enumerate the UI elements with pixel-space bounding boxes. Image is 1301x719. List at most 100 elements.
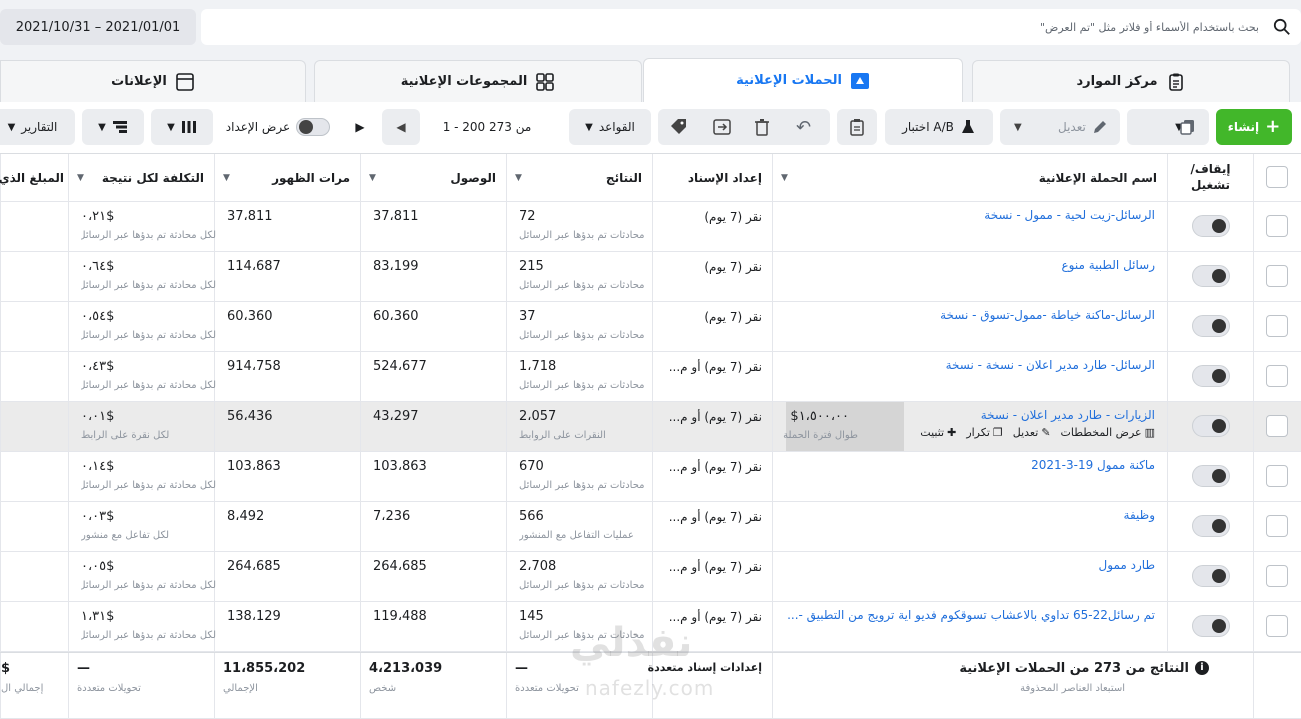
next-page-button[interactable]: ▶ <box>341 109 379 145</box>
edit-button[interactable]: ▼ تعديل <box>1000 109 1120 145</box>
budget-value: ١،٥٠٠،٠٠$ <box>790 409 849 424</box>
campaign-toggle[interactable] <box>1192 365 1230 387</box>
duplicate-button[interactable]: ▼ <box>1127 109 1209 145</box>
table-row[interactable]: وظيفة نقر (7 يوم) أو م... 566 عمليات التفاع… <box>0 502 1301 552</box>
campaign-toggle[interactable] <box>1192 565 1230 587</box>
campaign-toggle[interactable] <box>1192 265 1230 287</box>
search-input[interactable] <box>209 9 1259 45</box>
campaign-name-link[interactable]: الزيارات - طارد مدير اعلان - نسخة <box>981 408 1155 422</box>
tab-ad-sets[interactable]: المجموعات الإعلانية <box>314 60 642 102</box>
results-sub: محادثات تم بدؤها عبر الرسائل <box>519 280 645 291</box>
select-all-checkbox[interactable] <box>1266 166 1288 188</box>
prev-page-button[interactable]: ◀ <box>382 109 420 145</box>
breakdown-button[interactable]: ▼ <box>82 109 144 145</box>
row-checkbox[interactable] <box>1266 565 1288 587</box>
campaign-name-link[interactable]: الرسائل-زيت لحية - ممول - نسخة <box>984 208 1155 222</box>
campaign-toggle[interactable] <box>1192 415 1230 437</box>
campaign-name-link[interactable]: الرسائل- طارد مدير اعلان - نسخة - نسخة <box>946 358 1155 372</box>
campaign-name-link[interactable]: الرسائل-ماكنة خياطة -ممول-تسوق - نسخة <box>940 308 1155 322</box>
row-impressions-cell: 138،129 <box>214 602 360 651</box>
campaign-toggle[interactable] <box>1192 315 1230 337</box>
campaign-name-link[interactable]: وظيفة <box>1124 508 1155 522</box>
rules-dropdown[interactable]: ▼ القواعد <box>569 109 651 145</box>
campaign-toggle[interactable] <box>1192 515 1230 537</box>
results-value: 145 <box>519 609 544 624</box>
create-button[interactable]: إنشاء + <box>1216 109 1292 145</box>
table-row[interactable]: الرسائل-ماكنة خياطة -ممول-تسوق - نسخة نقر… <box>0 302 1301 352</box>
row-results-cell: 1،718 محادثات تم بدؤها عبر الرسائل <box>506 352 652 401</box>
row-cost-cell: ٠،٢١$ لكل محادثة تم بدؤها عبر الرسائل <box>68 202 216 251</box>
col-name-label: اسم الحملة الإعلانية <box>1038 170 1157 185</box>
date-range-picker[interactable]: 2021/10/31 – 2021/01/01 <box>0 9 196 45</box>
col-impressions[interactable]: مرات الظهور ▼ <box>214 154 360 201</box>
row-action-duplicate[interactable]: ❐تكرار <box>966 426 1002 439</box>
col-attribution[interactable]: إعداد الإسناد <box>652 154 772 201</box>
view-setup-switch[interactable] <box>296 118 331 136</box>
col-reach[interactable]: الوصول ▼ <box>360 154 506 201</box>
row-spent-cell <box>0 302 68 351</box>
cost-value: ١،٣١$ <box>81 609 115 624</box>
campaign-name-link[interactable]: ماكنة ممول 19-3-2021 <box>1031 458 1155 472</box>
row-checkbox[interactable] <box>1266 215 1288 237</box>
row-checkbox[interactable] <box>1266 265 1288 287</box>
campaign-name-link[interactable]: تم رسائل22-65 تداوي بالاعشاب تسوقكوم فدي… <box>787 608 1155 622</box>
row-select-cell <box>1253 202 1301 251</box>
table-row[interactable]: طارد ممول نقر (7 يوم) أو م... 2،708 محادثات… <box>0 552 1301 602</box>
undo-button[interactable]: ↶ <box>796 117 811 138</box>
reach-value: 119،488 <box>373 609 427 624</box>
cost-value: ٠،٠٣$ <box>81 509 115 524</box>
campaign-toggle[interactable] <box>1192 615 1230 637</box>
row-action-label: تكرار <box>966 426 990 439</box>
row-action-pencil[interactable]: ✎تعديل <box>1013 426 1051 439</box>
col-spent[interactable]: المبلغ الذي <box>0 154 68 201</box>
col-toggle[interactable]: إيقاف/ تشغيل <box>1167 154 1253 201</box>
table-row[interactable]: تم رسائل22-65 تداوي بالاعشاب تسوقكوم فدي… <box>0 602 1301 652</box>
clipboard-button[interactable] <box>837 109 877 145</box>
tab-ads[interactable]: الإعلانات <box>0 60 306 102</box>
clipboard-icon <box>1168 73 1183 91</box>
tab-resource-center[interactable]: مركز الموارد <box>972 60 1290 102</box>
cost-value: ٠،٦٤$ <box>81 259 115 274</box>
row-checkbox[interactable] <box>1266 515 1288 537</box>
campaign-name-link[interactable]: رسائل الطبية منوع <box>1062 258 1155 272</box>
row-toggle-cell <box>1167 302 1253 351</box>
row-reach-cell: 264،685 <box>360 552 506 601</box>
campaign-toggle[interactable] <box>1192 465 1230 487</box>
cost-value: ٠،٥٤$ <box>81 309 115 324</box>
view-setup-toggle[interactable]: عرض الإعداد <box>220 109 336 145</box>
top-bar: 2021/10/31 – 2021/01/01 <box>0 0 1301 56</box>
table-row[interactable]: الرسائل- طارد مدير اعلان - نسخة - نسخة نق… <box>0 352 1301 402</box>
impressions-value: 914،758 <box>227 359 281 374</box>
row-checkbox[interactable] <box>1266 365 1288 387</box>
move-icon[interactable] <box>712 118 732 136</box>
reports-dropdown[interactable]: ▼ التقارير <box>0 109 75 145</box>
trash-icon[interactable] <box>754 118 770 136</box>
tag-icon[interactable] <box>670 118 688 136</box>
col-cost[interactable]: التكلفة لكل نتيجة ▼ <box>68 154 214 201</box>
table-row[interactable]: الرسائل-زيت لحية - ممول - نسخة نقر (7 يوم… <box>0 202 1301 252</box>
row-checkbox[interactable] <box>1266 465 1288 487</box>
search-bar[interactable] <box>201 9 1301 45</box>
cost-sub: لكل محادثة تم بدؤها عبر الرسائل <box>81 330 216 341</box>
chart-icon: ▥ <box>1144 426 1155 439</box>
row-attribution-cell: نقر (7 يوم) <box>652 302 772 351</box>
table-row[interactable]: الزيارات - طارد مدير اعلان - نسخة ▥عرض ال… <box>0 402 1301 452</box>
campaign-name-link[interactable]: طارد ممول <box>1099 558 1155 572</box>
table-row[interactable]: ماكنة ممول 19-3-2021 نقر (7 يوم) أو م... 6… <box>0 452 1301 502</box>
campaign-toggle[interactable] <box>1192 215 1230 237</box>
tab-campaigns[interactable]: الحملات الإعلانية <box>643 58 963 102</box>
row-checkbox[interactable] <box>1266 615 1288 637</box>
columns-button[interactable]: ▼ <box>151 109 213 145</box>
table-row[interactable]: رسائل الطبية منوع نقر (7 يوم) 215 محادثات ت… <box>0 252 1301 302</box>
row-checkbox[interactable] <box>1266 315 1288 337</box>
col-name[interactable]: اسم الحملة الإعلانية ▼ <box>772 154 1167 201</box>
row-action-pin[interactable]: ✚تثبيت <box>920 426 956 439</box>
row-action-chart[interactable]: ▥عرض المخططات <box>1061 426 1155 439</box>
rules-label: القواعد <box>598 120 635 134</box>
col-results[interactable]: النتائج ▼ <box>506 154 652 201</box>
ab-test-button[interactable]: اختبار A/B <box>885 109 993 145</box>
edit-label: تعديل <box>1058 120 1086 134</box>
row-checkbox[interactable] <box>1266 415 1288 437</box>
info-icon[interactable]: i <box>1195 661 1209 675</box>
reach-value: 524،677 <box>373 359 427 374</box>
